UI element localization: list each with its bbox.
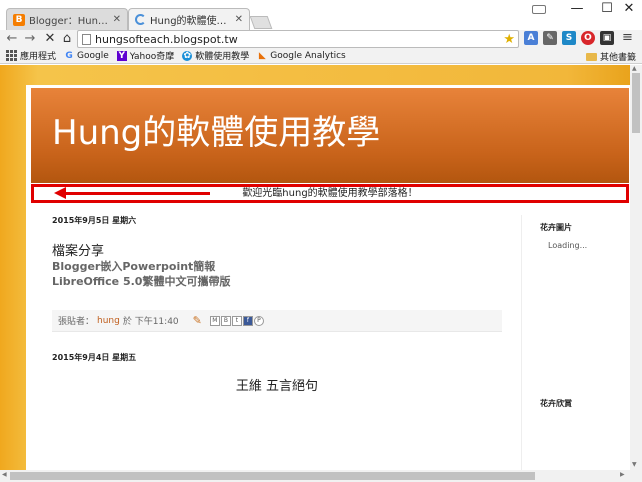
translate-icon[interactable]: A (524, 31, 538, 45)
sidebar-widget-title: 花卉圖片 (540, 223, 572, 232)
new-tab-button[interactable] (249, 16, 273, 29)
address-bar[interactable]: hungsofteach.blogspot.tw ★ (77, 30, 519, 48)
pinterest-share-icon[interactable]: P (253, 315, 264, 326)
bookmarks-bar: 應用程式 G Google Y Yahoo奇摩 ✿ 軟體使用教學 ◣ Googl… (0, 48, 642, 64)
date-header: 2015年9月5日 星期六 (52, 216, 137, 225)
edit-pencil-icon[interactable]: ✎ (193, 314, 202, 327)
scroll-up-icon[interactable]: ▲ (632, 65, 637, 72)
skype-icon[interactable]: S (562, 31, 576, 45)
red-arrow-line (62, 192, 210, 195)
blogthis-share-icon[interactable]: B (220, 315, 231, 326)
google-icon: G (65, 50, 73, 61)
yahoo-icon: Y (116, 50, 127, 61)
bookmark-label: Google (77, 50, 109, 61)
sidebar-widget-title: 花卉欣賞 (540, 399, 572, 408)
close-window-button[interactable]: ✕ (614, 0, 642, 20)
blogger-icon: B (13, 13, 25, 26)
extension-icon[interactable]: ✎ (543, 31, 557, 45)
other-bookmarks[interactable]: 其他書籤 (585, 50, 636, 63)
bookmark-analytics[interactable]: ◣ Google Analytics (257, 50, 346, 61)
scroll-left-icon[interactable]: ◀ (2, 471, 7, 478)
post-author-prefix: 張貼者： (58, 317, 95, 327)
bookmark-label: 應用程式 (20, 52, 57, 62)
bookmark-label: Google Analytics (270, 50, 346, 61)
post-footer: 張貼者： hung 於 下午11:40 ✎ M B t f P (52, 310, 502, 332)
email-share-icon[interactable]: M (209, 315, 220, 326)
title-bar: B Blogger：Hung的軟體使 ✕ Hung的軟體使用教學 ✕ — ☐ ✕ (0, 0, 642, 30)
page-viewport: Hung的軟體使用教學 歡迎光臨hung的軟體使用教學部落格！ 2015年9月5… (0, 65, 642, 482)
tab-title: Blogger：Hung的軟體使 (29, 16, 110, 27)
other-bookmarks-label: 其他書籤 (599, 53, 636, 63)
loading-spinner-icon (135, 14, 146, 25)
sidebar-divider (521, 215, 522, 475)
minimize-button[interactable]: — (562, 0, 592, 20)
blog-icon: ✿ (182, 50, 193, 61)
vertical-scrollbar[interactable]: ▲ ▼ (630, 65, 642, 470)
post-link[interactable]: Blogger嵌入Powerpoint簡報 (52, 259, 512, 274)
vertical-scroll-thumb[interactable] (632, 73, 640, 133)
apps-icon (6, 50, 17, 61)
bookmark-blog[interactable]: ✿ 軟體使用教學 (182, 49, 249, 62)
tab-blog[interactable]: Hung的軟體使用教學 ✕ (128, 8, 250, 30)
home-icon[interactable]: ⌂ (59, 31, 75, 47)
page-icon (82, 33, 91, 45)
date-header: 2015年9月4日 星期五 (52, 353, 137, 362)
opera-icon[interactable]: O (581, 31, 595, 45)
bookmark-apps[interactable]: 應用程式 (6, 49, 56, 62)
back-arrow-icon[interactable]: ← (4, 31, 20, 47)
main-column: 2015年9月5日 星期六 檔案分享 Blogger嵌入Powerpoint簡報… (52, 215, 512, 289)
post-author[interactable]: hung (97, 316, 120, 326)
bookmark-star-icon[interactable]: ★ (503, 32, 515, 47)
description-bar: 歡迎光臨hung的軟體使用教學部落格！ (31, 184, 629, 203)
scroll-right-icon[interactable]: ▶ (620, 471, 625, 478)
post-timestamp[interactable]: 於 下午11:40 (123, 314, 179, 327)
horizontal-scroll-thumb[interactable] (10, 472, 535, 480)
bookmark-label: Yahoo奇摩 (129, 52, 175, 62)
url-text[interactable]: hungsofteach.blogspot.tw (95, 33, 503, 46)
sidebar-loading-text: Loading... (548, 241, 588, 250)
tab-blogger[interactable]: B Blogger：Hung的軟體使 ✕ (6, 8, 128, 30)
stop-icon[interactable]: ✕ (42, 31, 58, 47)
blog-title[interactable]: Hung的軟體使用教學 (52, 105, 380, 154)
facebook-share-icon[interactable]: f (242, 315, 253, 326)
post-title[interactable]: 王維 五言絕句 (52, 375, 502, 394)
analytics-icon: ◣ (258, 50, 266, 61)
folder-icon (585, 52, 597, 61)
twitter-share-icon[interactable]: t (231, 315, 242, 326)
bookmark-google[interactable]: G Google (64, 50, 109, 61)
post-link[interactable]: LibreOffice 5.0繁體中文可攜帶版 (52, 274, 512, 289)
tab-title: Hung的軟體使用教學 (150, 16, 232, 27)
close-icon[interactable]: ✕ (235, 14, 243, 25)
menu-icon[interactable]: ≡ (622, 30, 633, 45)
close-icon[interactable]: ✕ (113, 14, 121, 25)
forward-arrow-icon[interactable]: → (22, 31, 38, 47)
horizontal-scrollbar[interactable]: ◀ ▶ (0, 470, 642, 482)
bookmark-label: 軟體使用教學 (195, 52, 250, 62)
browser-toolbar: ← → ✕ ⌂ hungsofteach.blogspot.tw ★ A ✎ S… (0, 30, 642, 48)
user-profile-icon[interactable] (522, 0, 556, 20)
bookmark-yahoo[interactable]: Y Yahoo奇摩 (116, 49, 175, 62)
scroll-down-icon[interactable]: ▼ (632, 461, 637, 468)
post-title[interactable]: 檔案分享 (52, 240, 512, 259)
screenshot-icon[interactable]: ▣ (600, 31, 614, 45)
